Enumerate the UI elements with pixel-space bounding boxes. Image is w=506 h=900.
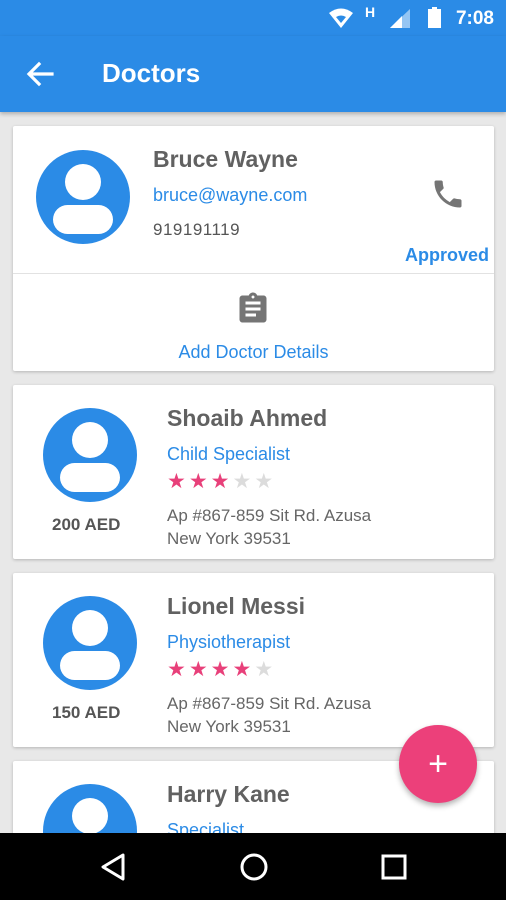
rating-stars: ★ ★ ★ ★ ★ bbox=[167, 471, 273, 492]
star-icon: ★ bbox=[232, 470, 252, 493]
rating-stars: ★ ★ ★ ★ ★ bbox=[167, 659, 273, 680]
star-icon: ★ bbox=[167, 658, 186, 681]
avatar bbox=[43, 408, 137, 502]
network-type-label: H bbox=[365, 4, 376, 20]
address-line: New York 39531 bbox=[167, 529, 291, 548]
star-icon: ★ bbox=[210, 658, 230, 681]
app-bar: Doctors bbox=[0, 36, 506, 112]
star-icon: ★ bbox=[254, 470, 274, 493]
profile-phone: 919191119 bbox=[153, 220, 241, 239]
star-icon: ★ bbox=[232, 658, 252, 681]
status-badge: Approved bbox=[404, 245, 489, 265]
star-icon: ★ bbox=[210, 470, 230, 493]
doctor-card[interactable]: 150 AED Lionel Messi Physiotherapist ★ ★… bbox=[13, 573, 494, 747]
recents-nav-icon[interactable] bbox=[381, 854, 407, 880]
add-doctor-details-label: Add Doctor Details bbox=[178, 342, 329, 362]
avatar bbox=[43, 784, 137, 833]
page-title: Doctors bbox=[102, 58, 201, 88]
address-line: Ap #867-859 Sit Rd. Azusa bbox=[167, 506, 372, 525]
star-icon: ★ bbox=[254, 658, 274, 681]
home-nav-icon[interactable] bbox=[239, 852, 269, 882]
avatar bbox=[43, 596, 137, 690]
doctor-address: Ap #867-859 Sit Rd. Azusa New York 39531 bbox=[167, 692, 371, 738]
profile-name: Bruce Wayne bbox=[153, 146, 298, 172]
doctor-price: 200 AED bbox=[52, 515, 121, 534]
doctor-specialty: Specialist bbox=[167, 820, 245, 833]
add-doctor-details-button[interactable]: Add Doctor Details bbox=[13, 274, 494, 371]
add-doctor-fab[interactable]: + bbox=[399, 725, 477, 803]
address-line: New York 39531 bbox=[167, 717, 291, 736]
address-line: Ap #867-859 Sit Rd. Azusa bbox=[167, 694, 372, 713]
back-nav-icon[interactable] bbox=[100, 853, 126, 881]
clipboard-icon bbox=[239, 292, 267, 323]
doctor-price: 150 AED bbox=[52, 703, 121, 722]
doctor-name: Harry Kane bbox=[167, 781, 290, 807]
status-bar: H 7:08 bbox=[0, 0, 506, 36]
profile-email[interactable]: bruce@wayne.com bbox=[153, 185, 307, 206]
star-icon: ★ bbox=[188, 470, 208, 493]
doctor-card[interactable]: 200 AED Shoaib Ahmed Child Specialist ★ … bbox=[13, 385, 494, 559]
signal-icon bbox=[390, 9, 410, 28]
wifi-icon bbox=[329, 8, 353, 28]
star-icon: ★ bbox=[167, 470, 186, 493]
phone-icon[interactable] bbox=[430, 176, 466, 212]
profile-card: Bruce Wayne bruce@wayne.com 919191119 Ap… bbox=[13, 126, 494, 371]
star-icon: ★ bbox=[188, 658, 208, 681]
battery-icon bbox=[428, 7, 441, 28]
navigation-bar bbox=[0, 833, 506, 900]
doctor-name: Lionel Messi bbox=[167, 593, 306, 619]
back-arrow-icon[interactable] bbox=[26, 60, 54, 88]
clock: 7:08 bbox=[455, 8, 494, 29]
avatar bbox=[36, 150, 130, 244]
doctor-name: Shoaib Ahmed bbox=[167, 405, 328, 431]
doctor-specialty: Physiotherapist bbox=[167, 632, 291, 652]
doctor-specialty: Child Specialist bbox=[167, 444, 291, 464]
doctor-address: Ap #867-859 Sit Rd. Azusa New York 39531 bbox=[167, 504, 371, 550]
plus-icon: + bbox=[428, 745, 448, 783]
